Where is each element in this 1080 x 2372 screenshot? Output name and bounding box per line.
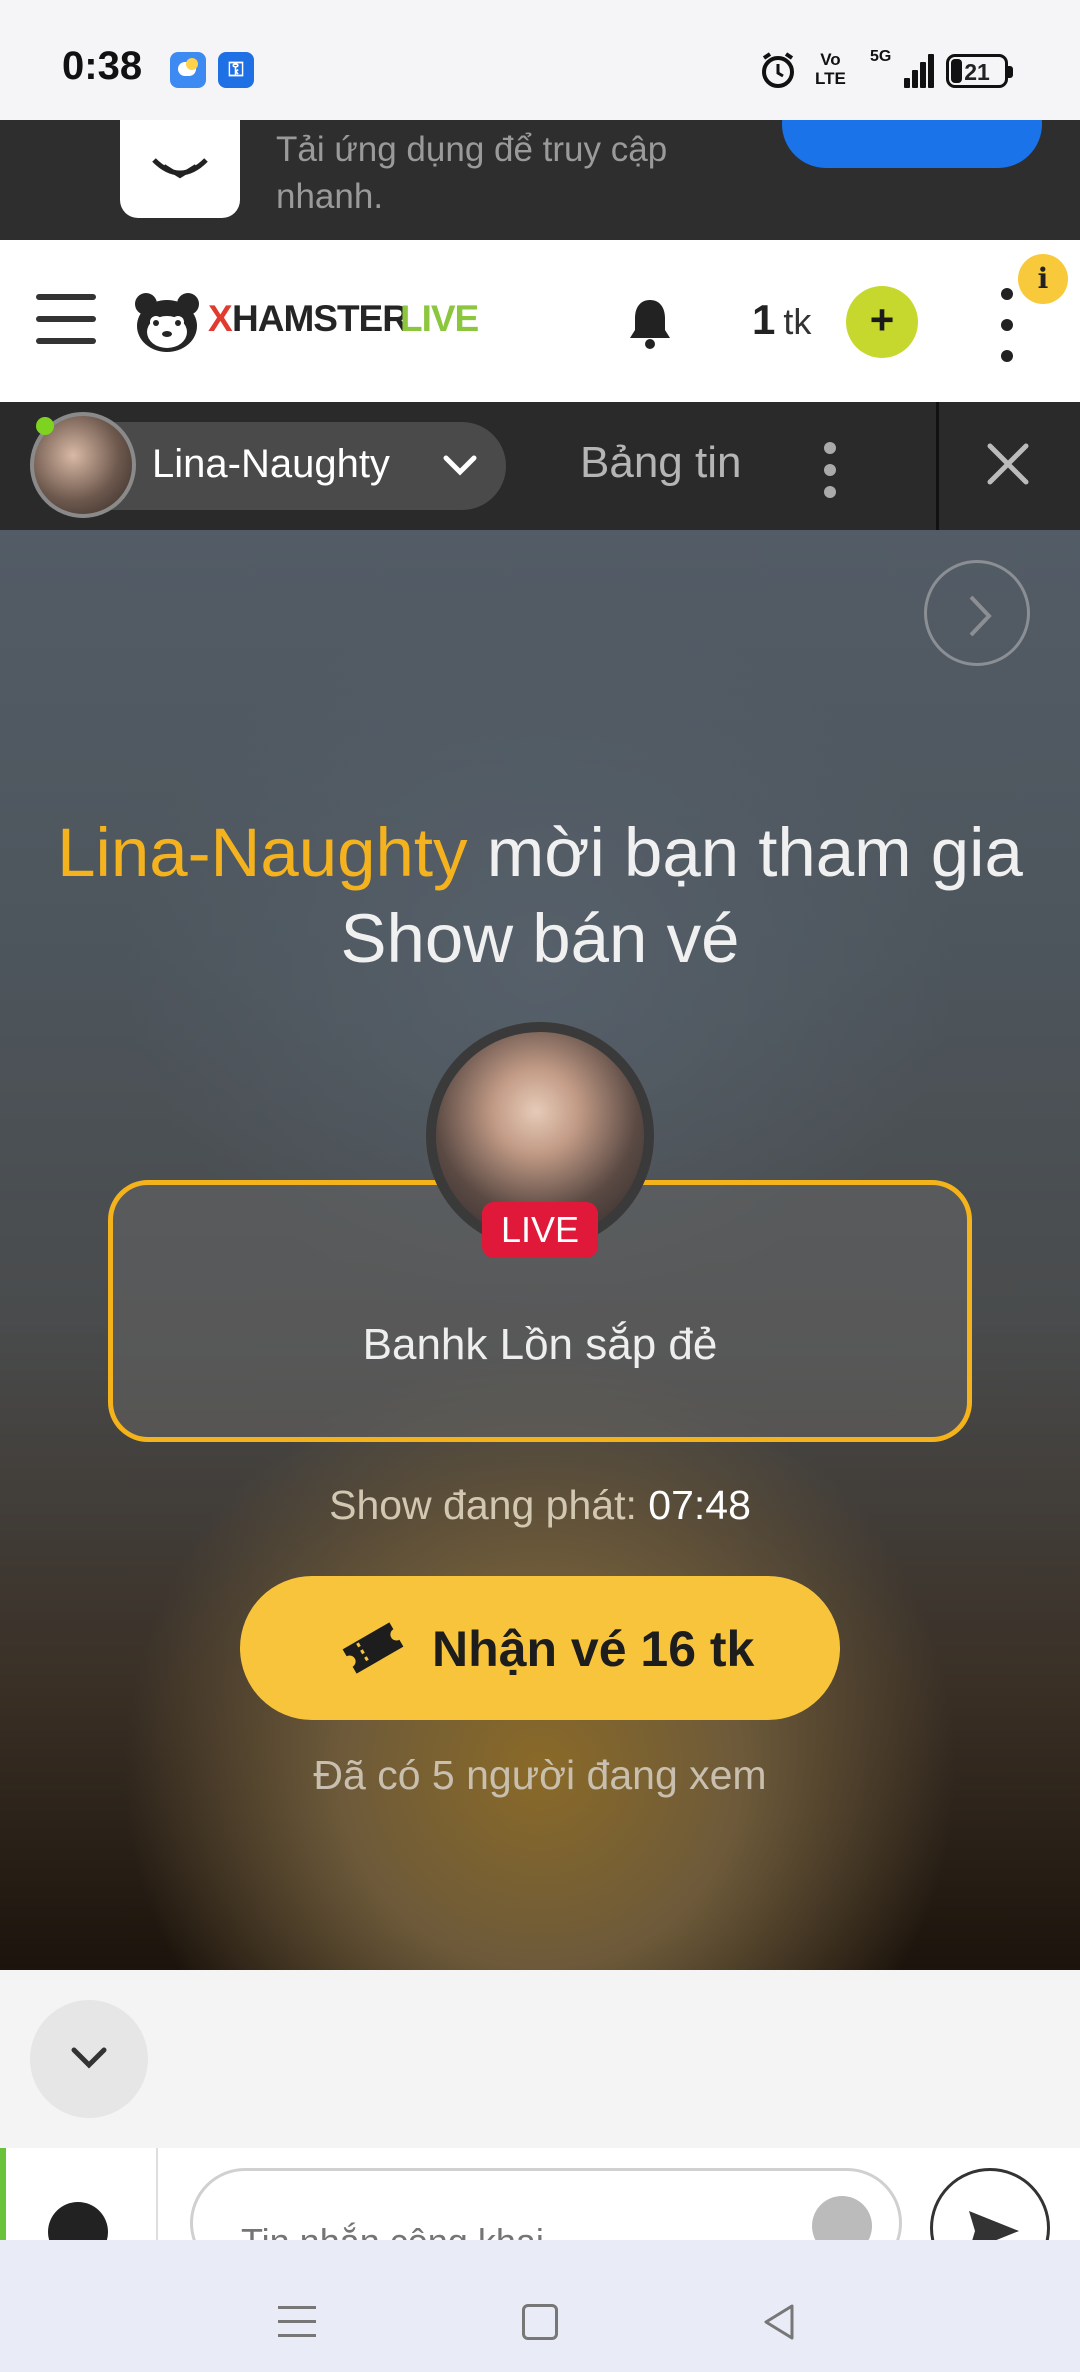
more-vertical-icon[interactable] [818, 442, 842, 498]
install-button[interactable] [782, 120, 1042, 168]
viewer-count: Đã có 5 người đang xem [313, 1752, 767, 1798]
chat-bar [0, 2148, 1080, 2240]
info-icon[interactable]: i [1018, 254, 1068, 304]
status-time: 0:38 [62, 44, 143, 88]
send-icon [969, 2211, 1019, 2240]
timer-value: 07:48 [648, 1482, 751, 1528]
close-icon[interactable] [982, 438, 1034, 490]
divider [936, 402, 939, 530]
install-app-banner[interactable]: Tải ứng dụng để truy cập nhanh. [0, 120, 1080, 240]
model-name[interactable]: Lina-Naughty [152, 442, 390, 487]
send-button[interactable] [930, 2168, 1050, 2240]
token-balance[interactable]: 1 tk [752, 296, 811, 344]
invite-model-name[interactable]: Lina-Naughty [57, 814, 467, 891]
public-message-input[interactable] [190, 2168, 902, 2240]
hamster-logo-icon [152, 158, 208, 179]
chevron-down-icon [71, 2047, 107, 2069]
app-logo [120, 120, 240, 218]
more-vertical-icon[interactable] [994, 288, 1018, 362]
chevron-down-icon[interactable] [440, 452, 480, 482]
brand-live: LIVE [400, 298, 479, 339]
volte-indicator: Vo LTE [815, 50, 846, 88]
add-tokens-button[interactable]: + [846, 286, 918, 358]
online-status-dot [36, 417, 54, 435]
live-badge: LIVE [482, 1202, 598, 1258]
key-icon: ⚿ [218, 52, 254, 88]
brand-x: X [208, 298, 233, 339]
install-banner-text: Tải ứng dụng để truy cập nhanh. [276, 130, 668, 216]
next-button[interactable] [924, 560, 1030, 666]
chat-accent-bar [0, 2148, 6, 2240]
alarm-icon [762, 52, 794, 88]
collapse-button[interactable] [30, 2000, 148, 2118]
back-icon[interactable] [760, 2302, 798, 2342]
volte-line1: Vo [820, 50, 841, 69]
token-count: 1 [752, 296, 776, 343]
bell-icon[interactable] [626, 296, 674, 350]
room-bar: Lina-Naughty Bảng tin [0, 402, 1080, 530]
site-header: X HAMSTER LIVE 1 tk + i [0, 240, 1080, 402]
system-nav-bar [0, 2240, 1080, 2372]
token-unit: tk [783, 301, 812, 342]
recent-apps-icon[interactable] [278, 2304, 316, 2340]
chevron-right-icon [969, 595, 992, 637]
weather-icon [170, 52, 206, 88]
ticket-icon [342, 1622, 404, 1674]
divider [156, 2148, 158, 2240]
brand-hamster: HAMSTER [232, 298, 409, 339]
battery-icon: 21 [946, 54, 1013, 88]
show-invite-heading: Lina-Naughty mời bạn tham gia Show bán v… [40, 810, 1040, 982]
network-type: 5G [870, 48, 892, 65]
battery-level: 21 [964, 59, 990, 85]
tab-feed[interactable]: Bảng tin [580, 438, 741, 488]
home-icon[interactable] [522, 2304, 558, 2340]
show-timer: Show đang phát: 07:48 [0, 1482, 1080, 1529]
hamburger-menu-icon[interactable] [36, 294, 96, 344]
show-title: Banhk Lồn sắp đẻ [362, 1320, 718, 1369]
signal-icon [904, 52, 934, 88]
ticket-show-stage: Lina-Naughty mời bạn tham gia Show bán v… [0, 530, 1080, 1970]
timer-label: Show đang phát: [329, 1482, 637, 1528]
status-bar: 0:38 ⚿ Vo LTE 5G 21 [0, 0, 1080, 120]
hamster-logo-icon[interactable] [132, 286, 202, 358]
buy-ticket-button[interactable]: Nhận vé 16 tk [240, 1576, 840, 1720]
volte-line2: LTE [815, 69, 846, 88]
filter-icon[interactable] [48, 2202, 108, 2240]
buy-ticket-label: Nhận vé 16 tk [432, 1621, 755, 1677]
